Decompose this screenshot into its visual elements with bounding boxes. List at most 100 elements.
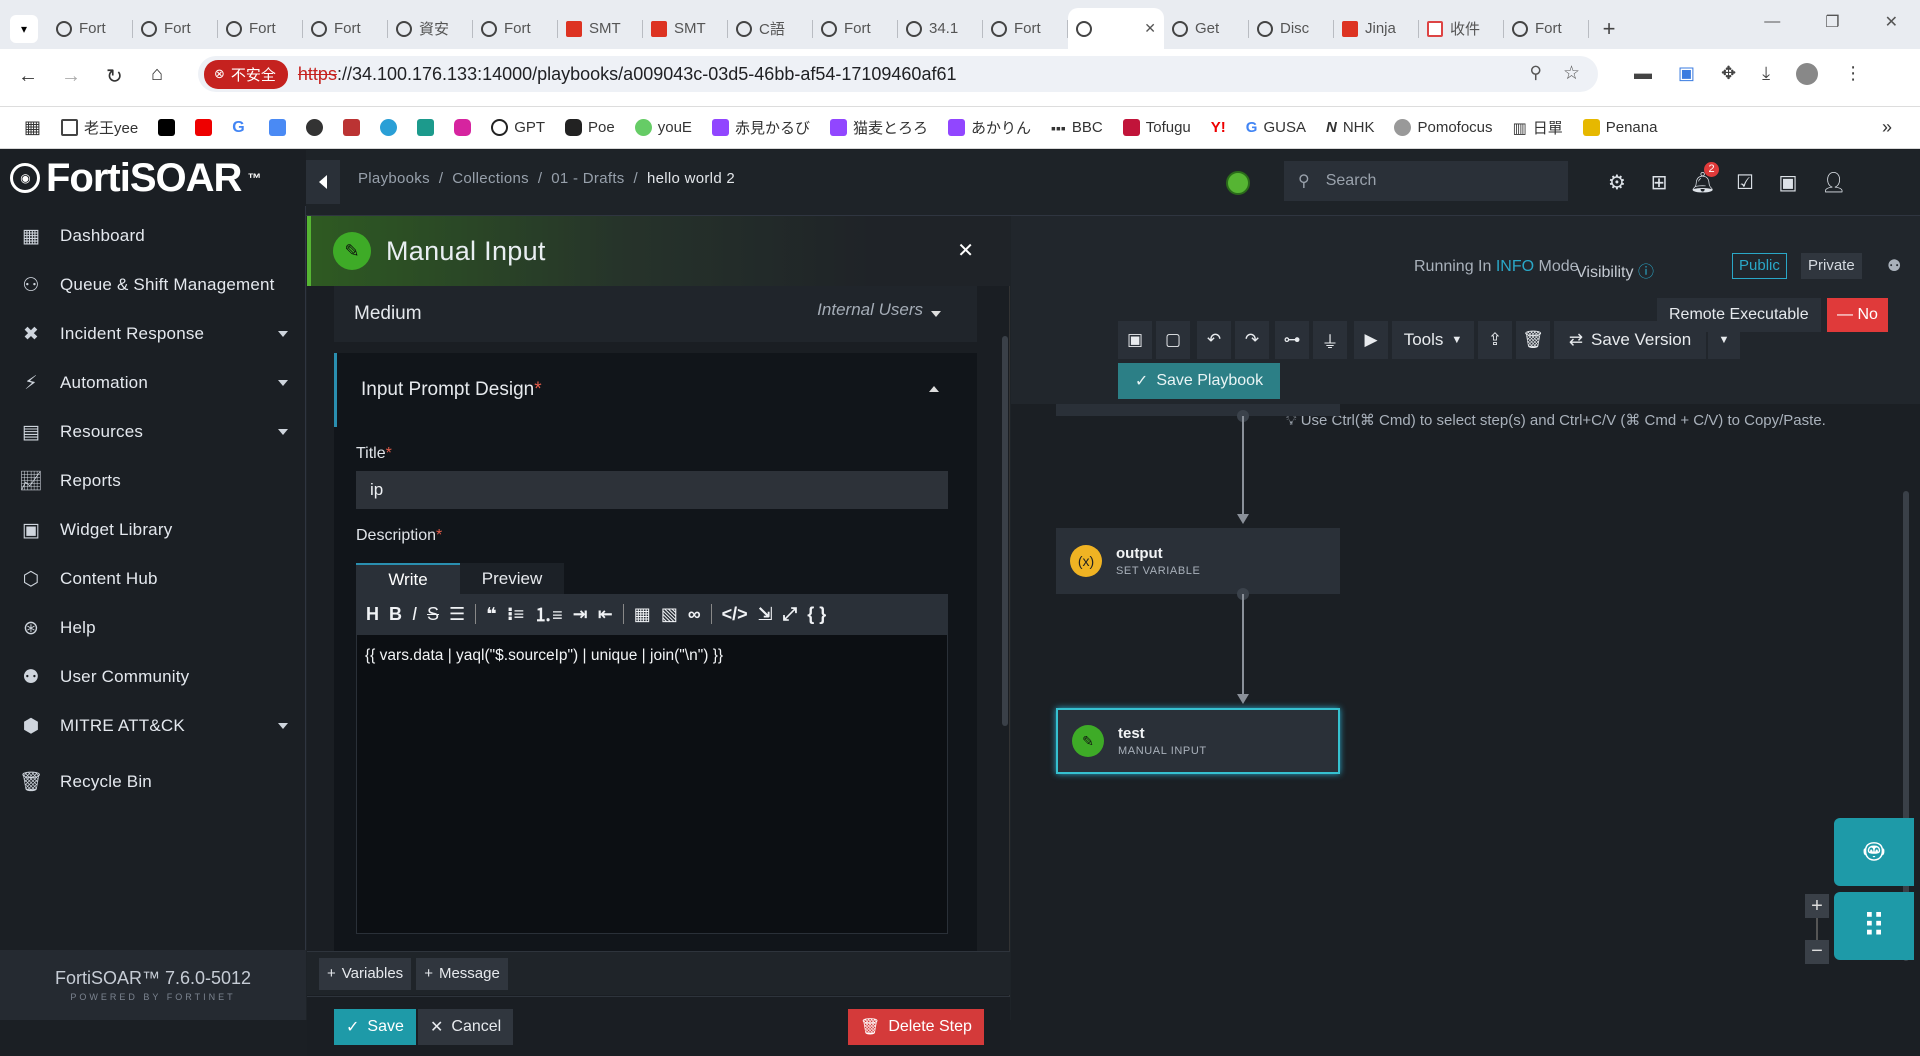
bold-icon[interactable]: B — [389, 604, 402, 625]
panel-scrollbar[interactable] — [1002, 336, 1008, 726]
delete-step-button[interactable]: 🗑︎ Delete Step — [848, 1009, 984, 1045]
image-icon[interactable]: ▧ — [661, 604, 678, 625]
table-icon[interactable]: ▦ — [634, 604, 651, 625]
bookmark-item[interactable]: Pomofocus — [1394, 119, 1493, 136]
translate-bm-icon[interactable] — [269, 119, 287, 136]
sidebar-item-queue[interactable]: ⚇ Queue & Shift Management — [0, 265, 306, 305]
note-icon[interactable]: ▢ — [1156, 321, 1190, 359]
browser-tab[interactable]: Fort — [303, 8, 388, 49]
braces-icon[interactable]: { } — [807, 604, 826, 625]
breadcrumb-item[interactable]: Playbooks — [358, 170, 430, 187]
puzzle-icon[interactable]: ✥ — [1721, 63, 1736, 85]
bookmark-item[interactable]: ▪▪▪ BBC — [1051, 119, 1103, 136]
search-input[interactable]: ⚲ Search — [1284, 161, 1568, 201]
url-bar[interactable]: ⊗ 不安全 https://34.100.176.133:14000/playbo… — [198, 56, 1598, 92]
bookmark-item[interactable]: あかりん — [947, 117, 1031, 138]
robot-assistant-icon[interactable]: 🤖︎ — [1834, 818, 1914, 886]
bookmark-item[interactable]: G GUSA — [1246, 119, 1306, 136]
apps-grid-icon[interactable]: ▦ — [24, 117, 41, 138]
back-arrow-icon[interactable]: ← — [18, 65, 38, 88]
align-steps-icon[interactable]: ⊶ — [1275, 321, 1309, 359]
redo-icon[interactable]: ↷ — [1235, 321, 1269, 359]
status-indicator-icon[interactable] — [1226, 171, 1250, 195]
browser-tab[interactable]: C語 — [728, 8, 813, 49]
code-icon[interactable]: </> — [722, 604, 748, 625]
forward-arrow-icon[interactable]: → — [61, 65, 81, 88]
users-icon[interactable]: ⚉ — [1887, 256, 1901, 276]
bookmark-icon[interactable] — [306, 119, 324, 136]
maximize-icon[interactable]: ❐ — [1825, 12, 1839, 32]
sidebar-item-community[interactable]: ⚉ User Community — [0, 657, 306, 697]
select-all-icon[interactable]: ▣ — [1118, 321, 1152, 359]
browser-tab[interactable]: Fort — [133, 8, 218, 49]
medium-section[interactable]: Medium Internal Users — [334, 286, 977, 342]
browser-tab[interactable]: SMT — [643, 8, 728, 49]
sidebar-item-content-hub[interactable]: ⬡ Content Hub — [0, 559, 306, 599]
export-icon[interactable]: ⇪ — [1478, 321, 1512, 359]
security-badge[interactable]: ⊗ 不安全 — [204, 59, 288, 89]
close-window-icon[interactable]: ✕ — [1885, 12, 1898, 32]
sidebar-item-mitre[interactable]: ⬢ MITRE ATT&CK — [0, 706, 306, 746]
browser-tab[interactable]: ✕ — [1068, 8, 1164, 49]
bookmark-item[interactable]: GPT — [491, 119, 545, 136]
playbook-canvas[interactable]: Running In INFO Mode Visibility ⓘ Public… — [1011, 216, 1920, 1020]
close-icon[interactable]: ✕ — [957, 238, 974, 263]
browser-tab[interactable]: Fort — [813, 8, 898, 49]
public-toggle[interactable]: Public — [1732, 253, 1787, 279]
bookmark-icon[interactable] — [380, 119, 398, 136]
tab-write[interactable]: Write — [356, 563, 460, 594]
partial-step-node[interactable] — [1056, 404, 1340, 416]
bookmark-icon[interactable] — [417, 119, 435, 136]
browser-tab[interactable]: Fort — [983, 8, 1068, 49]
browser-tab[interactable]: Fort — [473, 8, 558, 49]
bookmark-item[interactable]: Poe — [565, 119, 615, 136]
numbered-list-icon[interactable]: ⒈≡ — [534, 601, 563, 627]
logo[interactable]: ◉ FortiSOAR ™ — [0, 150, 306, 206]
outdent-icon[interactable]: ⇤ — [598, 604, 613, 625]
sidebar-item-help[interactable]: ⊛ Help — [0, 608, 306, 648]
browser-tab[interactable]: 34.1 — [898, 8, 983, 49]
step-node-output[interactable]: (x) output SET VARIABLE — [1056, 528, 1340, 594]
sidebar-item-dashboard[interactable]: ▦ Dashboard — [0, 216, 306, 256]
bookmark-item[interactable]: 猫麦とろろ — [829, 117, 928, 138]
tab-search-button[interactable]: ▾ — [0, 8, 48, 49]
hierarchy-icon[interactable]: ⊞ — [1647, 170, 1671, 194]
browser-tab[interactable]: 資安 — [388, 8, 473, 49]
link-icon[interactable]: ∞ — [688, 604, 701, 625]
side-by-side-icon[interactable]: ⇲ — [758, 604, 773, 625]
align-icon[interactable]: ☰ — [449, 604, 465, 625]
zoom-track[interactable] — [1816, 918, 1818, 940]
gear-icon[interactable]: ⚙ — [1605, 170, 1629, 194]
breadcrumb-item[interactable]: 01 - Drafts — [551, 170, 624, 187]
private-toggle[interactable]: Private — [1801, 253, 1862, 279]
zoom-in-icon[interactable]: + — [1805, 894, 1829, 918]
new-tab-button[interactable]: + — [1589, 8, 1629, 49]
bookmark-icon[interactable] — [343, 119, 361, 136]
bookmark-star-icon[interactable]: ☆ — [1563, 62, 1580, 85]
save-version-dropdown[interactable]: ▼ — [1708, 321, 1740, 359]
title-field[interactable]: ip — [356, 471, 948, 509]
yahoo-icon[interactable]: Y! — [1211, 119, 1226, 136]
remote-executable-toggle[interactable]: — No — [1827, 298, 1888, 332]
tools-dropdown[interactable]: Tools ▼ — [1392, 321, 1474, 359]
browser-tab[interactable]: SMT — [558, 8, 643, 49]
apps-grid-icon[interactable]: ⠿ — [1834, 892, 1914, 960]
sidebar-item-automation[interactable]: ⚡ Automation — [0, 363, 306, 403]
collapse-panel-button[interactable] — [306, 160, 340, 204]
extension-icon[interactable]: ▬ — [1634, 63, 1652, 85]
description-editor[interactable]: {{ vars.data | yaql("$.sourceIp") | uniq… — [356, 634, 948, 934]
cancel-button[interactable]: ✕ Cancel — [418, 1009, 514, 1045]
sidebar-item-incident[interactable]: ✖ Incident Response — [0, 314, 306, 354]
save-button[interactable]: ✓ Save — [334, 1009, 416, 1045]
extension-icon[interactable]: ▣ — [1678, 63, 1695, 85]
connector-icon[interactable]: ⏚ — [1313, 321, 1347, 359]
close-tab-icon[interactable]: ✕ — [1144, 20, 1156, 37]
bookmark-item[interactable]: 赤見かるび — [711, 117, 810, 138]
bookmark-item[interactable]: ▥ 日單 — [1513, 117, 1563, 138]
youtube-icon[interactable] — [195, 119, 213, 136]
home-icon[interactable]: ⌂ — [151, 63, 163, 86]
heading-icon[interactable]: H — [366, 604, 379, 625]
bookmark-item[interactable]: Penana — [1582, 119, 1657, 136]
undo-icon[interactable]: ↶ — [1197, 321, 1231, 359]
bookmark-item[interactable]: 老王yee — [61, 117, 138, 138]
